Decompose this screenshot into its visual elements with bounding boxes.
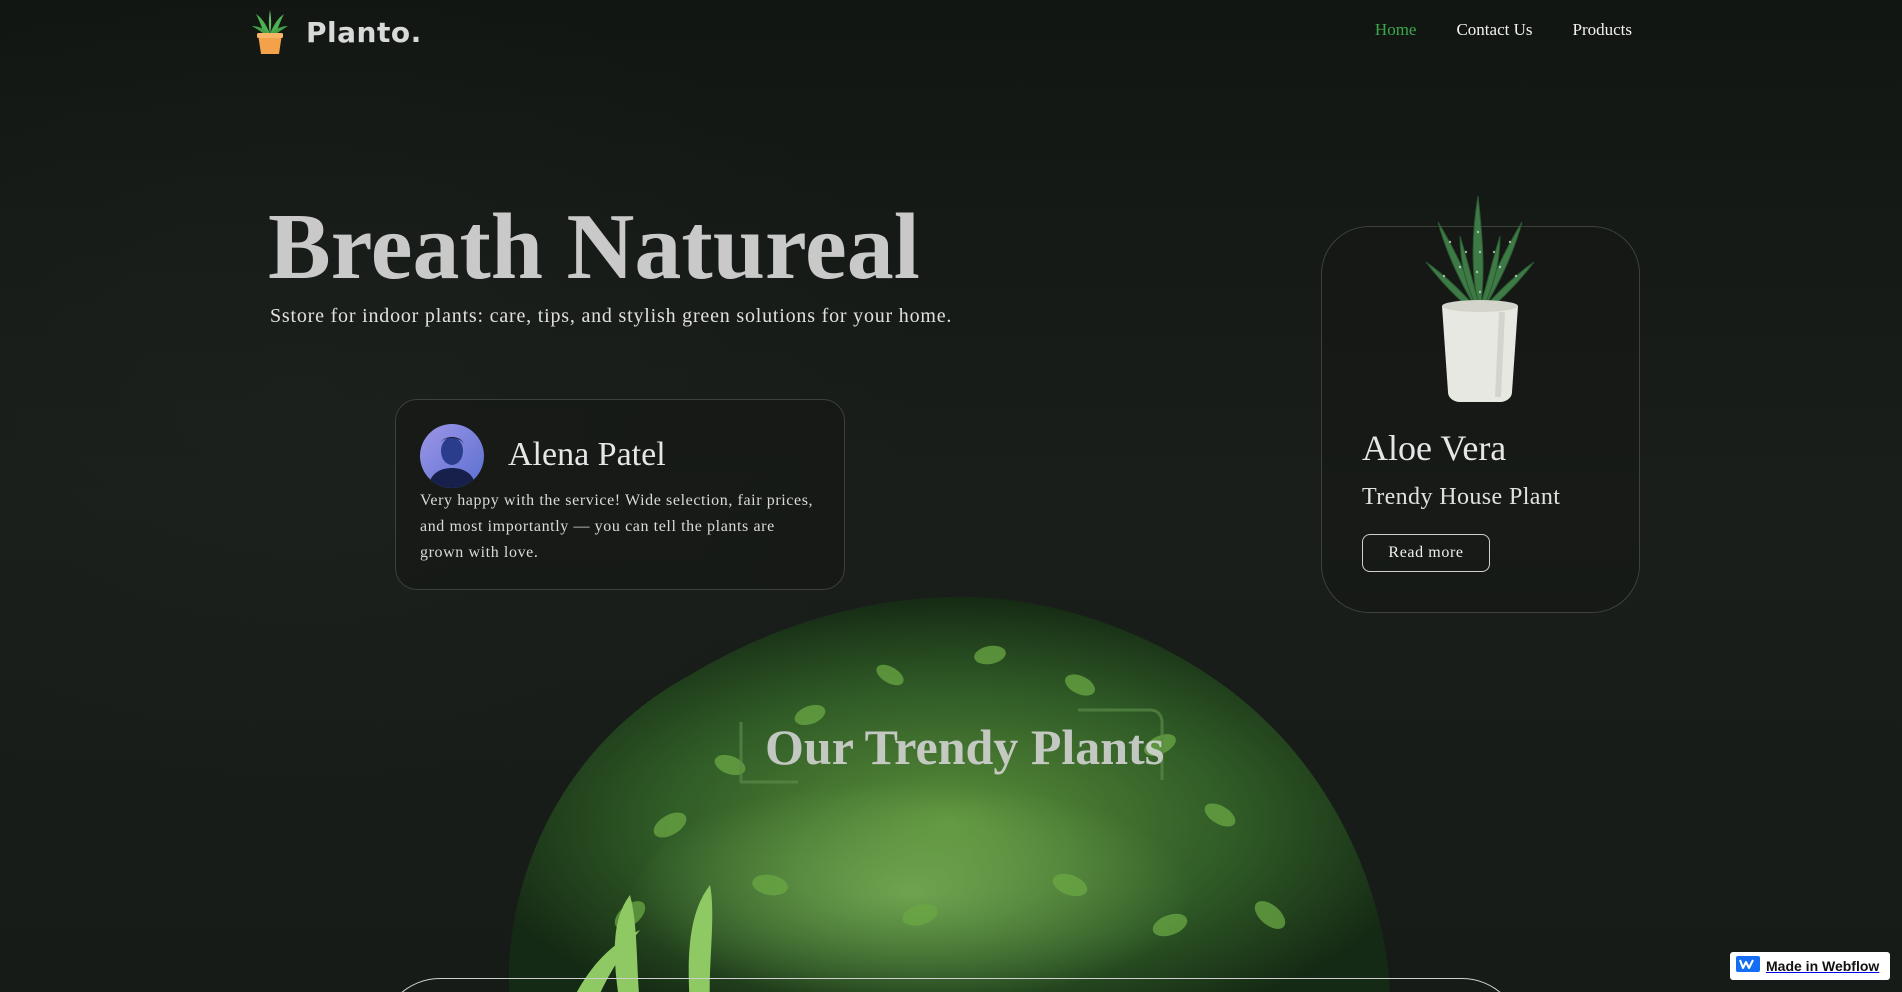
read-more-button[interactable]: Read more bbox=[1362, 534, 1490, 572]
bush-background-image bbox=[470, 585, 1430, 992]
product-name: Aloe Vera bbox=[1362, 428, 1507, 468]
nav-home[interactable]: Home bbox=[1375, 20, 1417, 40]
made-in-webflow-badge[interactable]: Made in Webflow bbox=[1730, 952, 1890, 980]
product-category: Trendy House Plant bbox=[1362, 484, 1561, 510]
testimonial-author: Alena Patel bbox=[508, 436, 666, 473]
brand-logo[interactable]: Planto. bbox=[250, 8, 422, 56]
potted-plant-icon bbox=[250, 8, 290, 56]
testimonial-card: Alena Patel Very happy with the service!… bbox=[395, 399, 845, 590]
brand-name: Planto. bbox=[306, 15, 422, 49]
webflow-logo-icon bbox=[1736, 955, 1760, 977]
avatar bbox=[420, 424, 484, 488]
section-title: Our Trendy Plants bbox=[765, 719, 1165, 775]
hero-subtitle: Sstore for indoor plants: care, tips, an… bbox=[270, 305, 953, 327]
testimonial-text: Very happy with the service! Wide select… bbox=[420, 492, 814, 561]
webflow-badge-label: Made in Webflow bbox=[1766, 958, 1880, 974]
main-nav: Home Contact Us Products bbox=[1375, 20, 1632, 40]
bottom-card-outline bbox=[380, 978, 1522, 992]
nav-contact-us[interactable]: Contact Us bbox=[1456, 20, 1532, 40]
nav-products[interactable]: Products bbox=[1573, 20, 1633, 40]
hero-title: Breath Natureal bbox=[268, 195, 920, 299]
site-header: Planto. Home Contact Us Products bbox=[0, 0, 1902, 64]
aloe-vera-image bbox=[1420, 192, 1540, 404]
